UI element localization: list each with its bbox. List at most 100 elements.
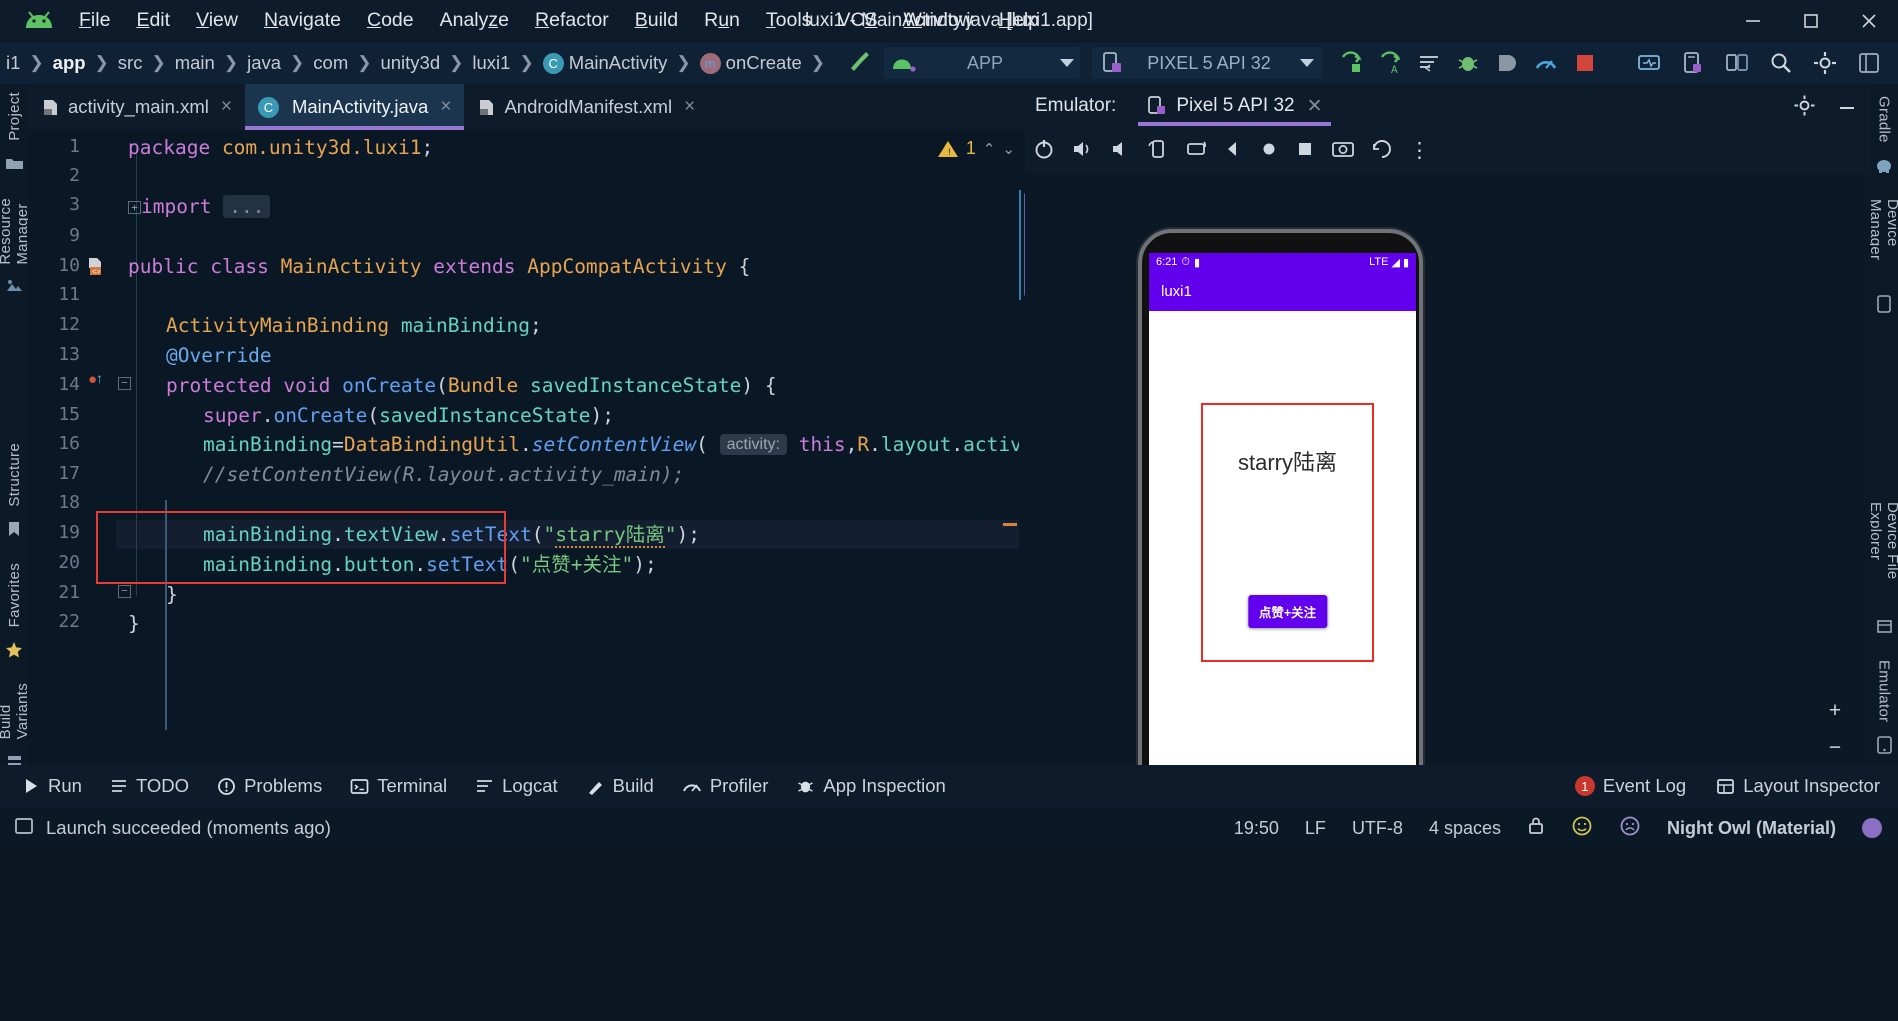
gradle-elephant-icon[interactable]	[1875, 157, 1894, 179]
volume-down-icon[interactable]	[1109, 138, 1131, 165]
editor-tab-mainactivity-java[interactable]: C MainActivity.java ×	[244, 84, 465, 130]
chevron-down-icon[interactable]	[1300, 59, 1315, 67]
theme-label[interactable]: Night Owl (Material)	[1667, 818, 1836, 839]
editor-tab-activity-main-xml[interactable]: activity_main.xml ×	[28, 84, 245, 130]
bottom-item-terminal[interactable]: Terminal	[350, 775, 447, 797]
apply-changes-icon[interactable]: A	[1377, 50, 1403, 76]
chevron-up-icon[interactable]: ⌃	[983, 140, 996, 158]
sidebar-item-emulator[interactable]: Emulator	[1876, 652, 1893, 730]
menu-item-edit[interactable]: Edit	[123, 5, 183, 36]
collapsed-imports[interactable]: ...	[223, 195, 271, 218]
sidebar-item-project[interactable]: Project	[6, 84, 23, 149]
bottom-item-todo[interactable]: TODO	[110, 775, 189, 797]
breadcrumb-item-main[interactable]: main	[171, 50, 219, 76]
breadcrumb-item-oncreate[interactable]: m onCreate	[696, 50, 806, 76]
indent-label[interactable]: 4 spaces	[1429, 818, 1501, 839]
app-button[interactable]: 点赞+关注	[1247, 595, 1328, 628]
emulator-device-view[interactable]: 6:21 ⏱ ▮ LTE ◢ ▮ luxi1 starry陆离 点赞+关注 + …	[1025, 174, 1870, 854]
chevron-down-icon[interactable]: ⌄	[1002, 140, 1015, 158]
hammer-build-icon[interactable]	[844, 46, 874, 81]
code-content[interactable]: package com.unity3d.luxi1; + import ... p…	[116, 130, 1025, 765]
sidebar-item-device-manager[interactable]: Device Manager	[1867, 191, 1898, 289]
bottom-item-logcat[interactable]: Logcat	[475, 775, 558, 797]
device-selector[interactable]: PIXEL 5 API 32	[1092, 47, 1323, 79]
sidebar-item-gradle[interactable]: Gradle	[1876, 88, 1893, 151]
editor-tab-androidmanifest-xml[interactable]: AndroidManifest.xml ×	[464, 84, 708, 130]
breadcrumb-item-root[interactable]: i1	[2, 50, 24, 76]
avd-manager-icon[interactable]	[1636, 50, 1662, 76]
emulator-tab-pixel5[interactable]: Pixel 5 API 32 ✕	[1138, 84, 1331, 128]
app-content-area[interactable]: starry陆离 点赞+关注	[1149, 311, 1416, 838]
bottom-item-build[interactable]: Build	[586, 775, 654, 797]
history-icon[interactable]	[1371, 138, 1393, 165]
run-configuration-selector[interactable]: APP	[884, 47, 1081, 79]
close-icon[interactable]: ×	[684, 96, 695, 118]
close-icon[interactable]: ×	[440, 96, 451, 118]
emulator-icon[interactable]	[1876, 736, 1893, 759]
project-structure-icon[interactable]	[1856, 50, 1882, 76]
code-editor[interactable]: 1 2 3 9 10 11 12 13 14 15 16 17 18 19 20…	[28, 130, 1025, 765]
logcat-icon[interactable]	[1416, 50, 1442, 76]
overview-icon[interactable]	[1295, 139, 1315, 164]
minimize-button[interactable]	[1724, 0, 1782, 42]
editor-gutter[interactable]: 1 2 3 9 10 11 12 13 14 15 16 17 18 19 20…	[28, 130, 131, 765]
menu-item-run[interactable]: Run	[691, 5, 753, 36]
fold-marker-icon[interactable]: +	[128, 201, 141, 214]
rotate-right-icon[interactable]	[1185, 138, 1207, 165]
home-icon[interactable]	[1259, 139, 1279, 164]
bottom-item-layout-inspector[interactable]: Layout Inspector	[1716, 775, 1880, 797]
volume-up-icon[interactable]	[1071, 138, 1093, 165]
power-icon[interactable]	[1033, 138, 1055, 165]
chevron-down-icon[interactable]	[1060, 59, 1075, 67]
phone-screen[interactable]: 6:21 ⏱ ▮ LTE ◢ ▮ luxi1 starry陆离 点赞+关注	[1149, 253, 1416, 838]
device-icon[interactable]	[1876, 295, 1892, 318]
menu-item-file[interactable]: FFileile	[66, 5, 123, 36]
zoom-out-button[interactable]: −	[1829, 736, 1841, 760]
line-separator-label[interactable]: LF	[1305, 818, 1326, 839]
sidebar-item-favorites[interactable]: Favorites	[6, 555, 23, 635]
bottom-item-app-inspection[interactable]: App Inspection	[796, 775, 946, 797]
bottom-item-profiler[interactable]: Profiler	[682, 775, 768, 797]
settings-gear-icon[interactable]	[1812, 50, 1838, 76]
bottom-item-event-log[interactable]: 1 Event Log	[1574, 775, 1686, 797]
breadcrumb-item-src[interactable]: src	[114, 50, 147, 76]
image-icon[interactable]	[5, 278, 23, 299]
more-vertical-icon[interactable]: ⋮	[1409, 140, 1430, 161]
zoom-in-button[interactable]: +	[1829, 699, 1841, 723]
close-icon[interactable]: ✕	[1307, 95, 1323, 118]
encoding-label[interactable]: UTF-8	[1352, 818, 1403, 839]
menu-item-code[interactable]: Code	[354, 5, 427, 36]
device-file-explorer-icon[interactable]	[1724, 50, 1750, 76]
breadcrumb-item-java[interactable]: java	[243, 50, 285, 76]
rotate-left-icon[interactable]	[1147, 138, 1169, 165]
attach-debugger-icon[interactable]	[1494, 50, 1520, 76]
settings-gear-icon[interactable]	[1793, 94, 1816, 122]
bottom-item-run[interactable]: Run	[22, 775, 82, 797]
debug-icon[interactable]	[1455, 50, 1481, 76]
inspection-status[interactable]: ! 1 ⌃ ⌄	[937, 138, 1015, 159]
lock-icon[interactable]	[1527, 816, 1545, 840]
menu-item-view[interactable]: View	[183, 5, 251, 36]
close-icon[interactable]: ×	[221, 96, 232, 118]
maximize-button[interactable]	[1782, 0, 1840, 42]
breadcrumb-item-app[interactable]: app	[49, 50, 90, 76]
sdk-manager-icon[interactable]	[1680, 50, 1706, 76]
theme-color-indicator[interactable]	[1862, 818, 1882, 838]
back-icon[interactable]	[1223, 139, 1243, 164]
breadcrumb-item-mainactivity[interactable]: C MainActivity	[539, 50, 672, 76]
menu-item-build[interactable]: Build	[622, 5, 691, 36]
menu-item-analyze[interactable]: Analyze	[427, 5, 522, 36]
file-explorer-icon[interactable]	[1876, 618, 1893, 640]
breadcrumb-item-unity3d[interactable]: unity3d	[376, 50, 444, 76]
breadcrumb-item-com[interactable]: com	[309, 50, 352, 76]
run-icon[interactable]	[1338, 50, 1364, 76]
databinding-marker-icon[interactable]: <>	[86, 257, 105, 281]
smiley-happy-icon[interactable]	[1571, 815, 1593, 842]
search-icon[interactable]	[1768, 50, 1794, 76]
sidebar-item-build-variants[interactable]: Build Variants	[0, 675, 31, 747]
screenshot-icon[interactable]	[1331, 138, 1355, 165]
bookmark-icon[interactable]	[6, 521, 22, 543]
smiley-sad-icon[interactable]	[1619, 815, 1641, 842]
folder-icon[interactable]	[5, 155, 24, 176]
breadcrumb-item-luxi1[interactable]: luxi1	[468, 50, 514, 76]
